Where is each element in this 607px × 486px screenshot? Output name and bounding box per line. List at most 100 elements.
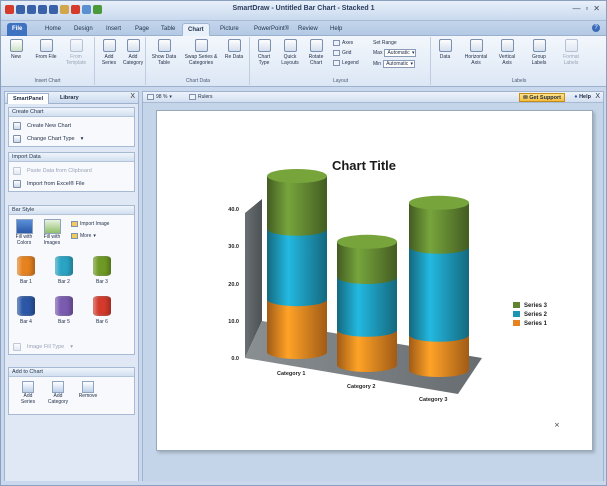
legend-icon — [333, 60, 340, 66]
bar-style-2[interactable] — [55, 256, 73, 276]
bar-segment-series-1[interactable] — [267, 299, 327, 359]
tab-chart[interactable]: Chart — [182, 23, 210, 36]
resize-handle-icon[interactable]: × — [554, 421, 560, 429]
show-data-table-button[interactable]: Show Data Table — [150, 39, 178, 66]
canvas-close-button[interactable]: X — [595, 93, 600, 100]
more-images-button[interactable]: More ▾ — [71, 233, 96, 239]
tab-design[interactable]: Design — [69, 23, 98, 36]
chart-type-icon — [257, 39, 271, 52]
bar-style-1[interactable] — [17, 256, 35, 276]
get-support-button[interactable]: ✉ Get Support — [519, 93, 565, 102]
import-image-icon — [71, 221, 78, 227]
from-file-button[interactable]: From File — [35, 39, 57, 60]
quick-layouts-button[interactable]: Quick Layouts — [279, 39, 301, 66]
max-range-select[interactable]: Automatic — [384, 49, 417, 57]
data-labels-button[interactable]: Data — [434, 39, 456, 60]
chart-page[interactable]: Chart Title 0.0 10.0 20.0 30.0 40.0 Category… — [156, 110, 593, 451]
app-window: SmartDraw - Untitled Bar Chart - Stacked… — [0, 0, 607, 486]
minimize-icon[interactable]: — — [572, 4, 580, 13]
fill-with-colors-button[interactable]: Fill with Colors — [13, 219, 35, 246]
bar-style-5[interactable] — [55, 296, 73, 316]
group-labels-button[interactable]: Group Labels — [526, 39, 552, 66]
tab-help[interactable]: Help — [325, 23, 347, 36]
remove-button[interactable]: Remove — [77, 381, 99, 399]
add-series-button[interactable]: Add Series — [17, 381, 39, 405]
bar-segment-series-2[interactable] — [267, 228, 327, 307]
tab-powerpoint[interactable]: PowerPoint® — [249, 23, 294, 36]
help-button[interactable]: ● Help — [574, 94, 591, 100]
ribbon-add-series-button[interactable]: Add Series — [98, 39, 120, 66]
grid-icon — [333, 50, 340, 56]
chart-legend[interactable]: Series 3 Series 2 Series 1 — [513, 302, 548, 327]
bar-segment-series-2[interactable] — [337, 277, 397, 337]
bar-segment-series-3[interactable] — [409, 202, 469, 254]
bar-style-label: Bar 6 — [96, 319, 108, 325]
tab-page[interactable]: Page — [130, 23, 154, 36]
remove-icon — [82, 381, 94, 393]
fill-with-images-button[interactable]: Fill with Images — [41, 219, 63, 246]
import-excel-item[interactable]: Import from Excel® File — [13, 180, 85, 188]
chart-title[interactable]: Chart Title — [332, 158, 396, 173]
legend-label: Series 3 — [524, 303, 548, 309]
horizontal-axis-button[interactable]: Horizontal Axis — [462, 39, 490, 66]
category-label: Category 1 — [277, 371, 305, 377]
group-label: Insert Chart — [34, 78, 61, 84]
paste-data-item[interactable]: Paste Data from Clipboard — [13, 167, 92, 175]
bar-stack[interactable] — [337, 234, 397, 372]
panel-close-button[interactable]: X — [130, 93, 135, 100]
maximize-icon[interactable]: ▫ — [585, 4, 588, 13]
create-new-chart-item[interactable]: Create New Chart — [13, 122, 71, 130]
add-category-icon — [52, 381, 64, 393]
bar-style-3[interactable] — [93, 256, 111, 276]
rulers-toggle[interactable]: Rulers — [189, 94, 212, 100]
add-series-icon — [22, 381, 34, 393]
bar-style-4[interactable] — [17, 296, 35, 316]
tab-file[interactable]: File — [7, 23, 28, 36]
ribbon-add-category-button[interactable]: Add Category — [122, 39, 144, 66]
tab-smartpanel[interactable]: SmartPanel — [7, 93, 50, 104]
tab-review[interactable]: Review — [293, 23, 323, 36]
add-category-button[interactable]: Add Category — [47, 381, 69, 405]
chart-svg[interactable]: Chart Title 0.0 10.0 20.0 30.0 40.0 Category… — [157, 111, 594, 452]
bar-stack[interactable] — [409, 195, 469, 377]
legend-label: Series 1 — [524, 321, 548, 327]
from-template-button[interactable]: From Template — [65, 39, 87, 66]
image-fill-type-item[interactable]: Image Fill Type ▾ — [13, 343, 73, 351]
new-chart-button[interactable]: New — [5, 39, 27, 60]
zoom-icon — [147, 94, 154, 100]
y-tick-label: 0.0 — [231, 356, 239, 362]
ribbon-group-layout: Chart Type Quick Layouts Rotate Chart Ax… — [251, 37, 431, 85]
legend-toggle[interactable]: Legend — [333, 60, 359, 66]
bar-segment-series-3[interactable] — [267, 176, 327, 236]
from-file-icon — [39, 39, 53, 52]
bar-segment-series-2[interactable] — [409, 246, 469, 342]
horizontal-axis-icon — [469, 39, 483, 52]
change-chart-type-item[interactable]: Change Chart Type ▾ — [13, 135, 83, 143]
import-image-button[interactable]: Import Image — [71, 221, 109, 227]
close-icon[interactable]: ✕ — [593, 4, 600, 13]
zoom-control[interactable]: 98 % ▾ — [147, 94, 172, 100]
min-range-select[interactable]: Automatic — [383, 60, 416, 68]
grid-toggle[interactable]: Grid — [333, 50, 351, 56]
tab-library[interactable]: Library — [55, 93, 84, 104]
swap-icon — [194, 39, 208, 52]
chart-type-button[interactable]: Chart Type — [253, 39, 275, 66]
window-title: SmartDraw - Untitled Bar Chart - Stacked… — [232, 5, 375, 12]
re-data-button[interactable]: Re Data — [223, 39, 245, 60]
tab-table[interactable]: Table — [156, 23, 180, 36]
axes-toggle[interactable]: Axes — [333, 40, 353, 46]
swap-series-button[interactable]: Swap Series & Categories — [183, 39, 219, 66]
tab-picture[interactable]: Picture — [215, 23, 244, 36]
help-circle-icon[interactable]: ? — [592, 24, 600, 32]
bar-style-6[interactable] — [93, 296, 111, 316]
vertical-axis-button[interactable]: Vertical Axis — [494, 39, 520, 66]
bar-stack[interactable] — [267, 169, 327, 359]
tab-home[interactable]: Home — [40, 23, 66, 36]
rotate-chart-button[interactable]: Rotate Chart — [305, 39, 327, 66]
format-labels-button[interactable]: Format Labels — [558, 39, 584, 66]
dropdown-arrow-icon: ▾ — [93, 233, 96, 239]
chart-bars — [267, 169, 469, 377]
ribbon-group-insert-chart: New From File From Template Insert Chart — [1, 37, 95, 85]
group-label: Chart Data — [185, 78, 211, 84]
tab-insert[interactable]: Insert — [101, 23, 126, 36]
